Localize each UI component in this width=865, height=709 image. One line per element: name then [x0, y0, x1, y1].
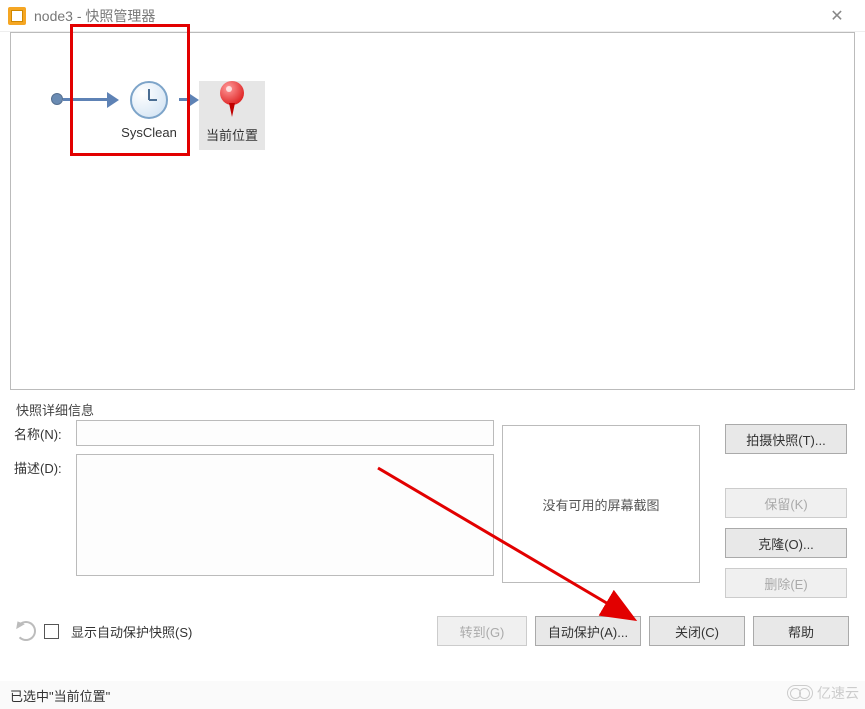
- right-button-panel: 拍摄快照(T)... 保留(K) 克隆(O)... 删除(E): [725, 424, 847, 598]
- close-button[interactable]: 关闭(C): [649, 616, 745, 646]
- app-icon: [8, 7, 26, 25]
- watermark: 亿速云: [787, 683, 859, 703]
- current-position-node[interactable]: 当前位置: [199, 81, 265, 150]
- timeline-start-dot: [51, 93, 63, 105]
- description-label: 描述(D):: [14, 454, 76, 477]
- help-button[interactable]: 帮助: [753, 616, 849, 646]
- status-text: 已选中"当前位置": [10, 686, 110, 705]
- name-field[interactable]: [76, 420, 494, 446]
- snapshot-node-sysclean[interactable]: SysClean: [119, 81, 179, 140]
- auto-protect-button[interactable]: 自动保护(A)...: [535, 616, 641, 646]
- refresh-icon[interactable]: [16, 621, 36, 641]
- close-icon[interactable]: ✕: [817, 6, 857, 26]
- screenshot-preview: 没有可用的屏幕截图: [502, 425, 700, 583]
- keep-button: 保留(K): [725, 488, 847, 518]
- preview-placeholder-text: 没有可用的屏幕截图: [542, 495, 659, 514]
- arrow-segment: [63, 81, 119, 117]
- titlebar: node3 - 快照管理器 ✕: [0, 0, 865, 32]
- show-auto-label: 显示自动保护快照(S): [71, 622, 192, 641]
- name-label: 名称(N):: [14, 420, 76, 443]
- window-title: node3 - 快照管理器: [34, 6, 817, 26]
- details-section-title: 快照详细信息: [16, 400, 94, 419]
- arrow-segment: [179, 81, 199, 117]
- snapshot-label: SysClean: [119, 125, 179, 140]
- show-auto-checkbox[interactable]: [44, 624, 59, 639]
- clone-button[interactable]: 克隆(O)...: [725, 528, 847, 558]
- pin-icon: [217, 81, 247, 119]
- clock-icon: [130, 81, 168, 119]
- details-panel: 名称(N): 描述(D):: [14, 420, 494, 584]
- snapshot-tree-panel: SysClean 当前位置: [10, 32, 855, 390]
- description-field[interactable]: [76, 454, 494, 576]
- goto-button: 转到(G): [437, 616, 527, 646]
- snapshot-timeline: SysClean 当前位置: [51, 81, 265, 171]
- take-snapshot-button[interactable]: 拍摄快照(T)...: [725, 424, 847, 454]
- status-bar: 已选中"当前位置": [0, 681, 865, 709]
- watermark-icon: [787, 685, 813, 701]
- delete-button: 删除(E): [725, 568, 847, 598]
- current-position-label: 当前位置: [199, 125, 265, 144]
- bottom-toolbar: 显示自动保护快照(S) 转到(G) 自动保护(A)... 关闭(C) 帮助: [16, 616, 849, 646]
